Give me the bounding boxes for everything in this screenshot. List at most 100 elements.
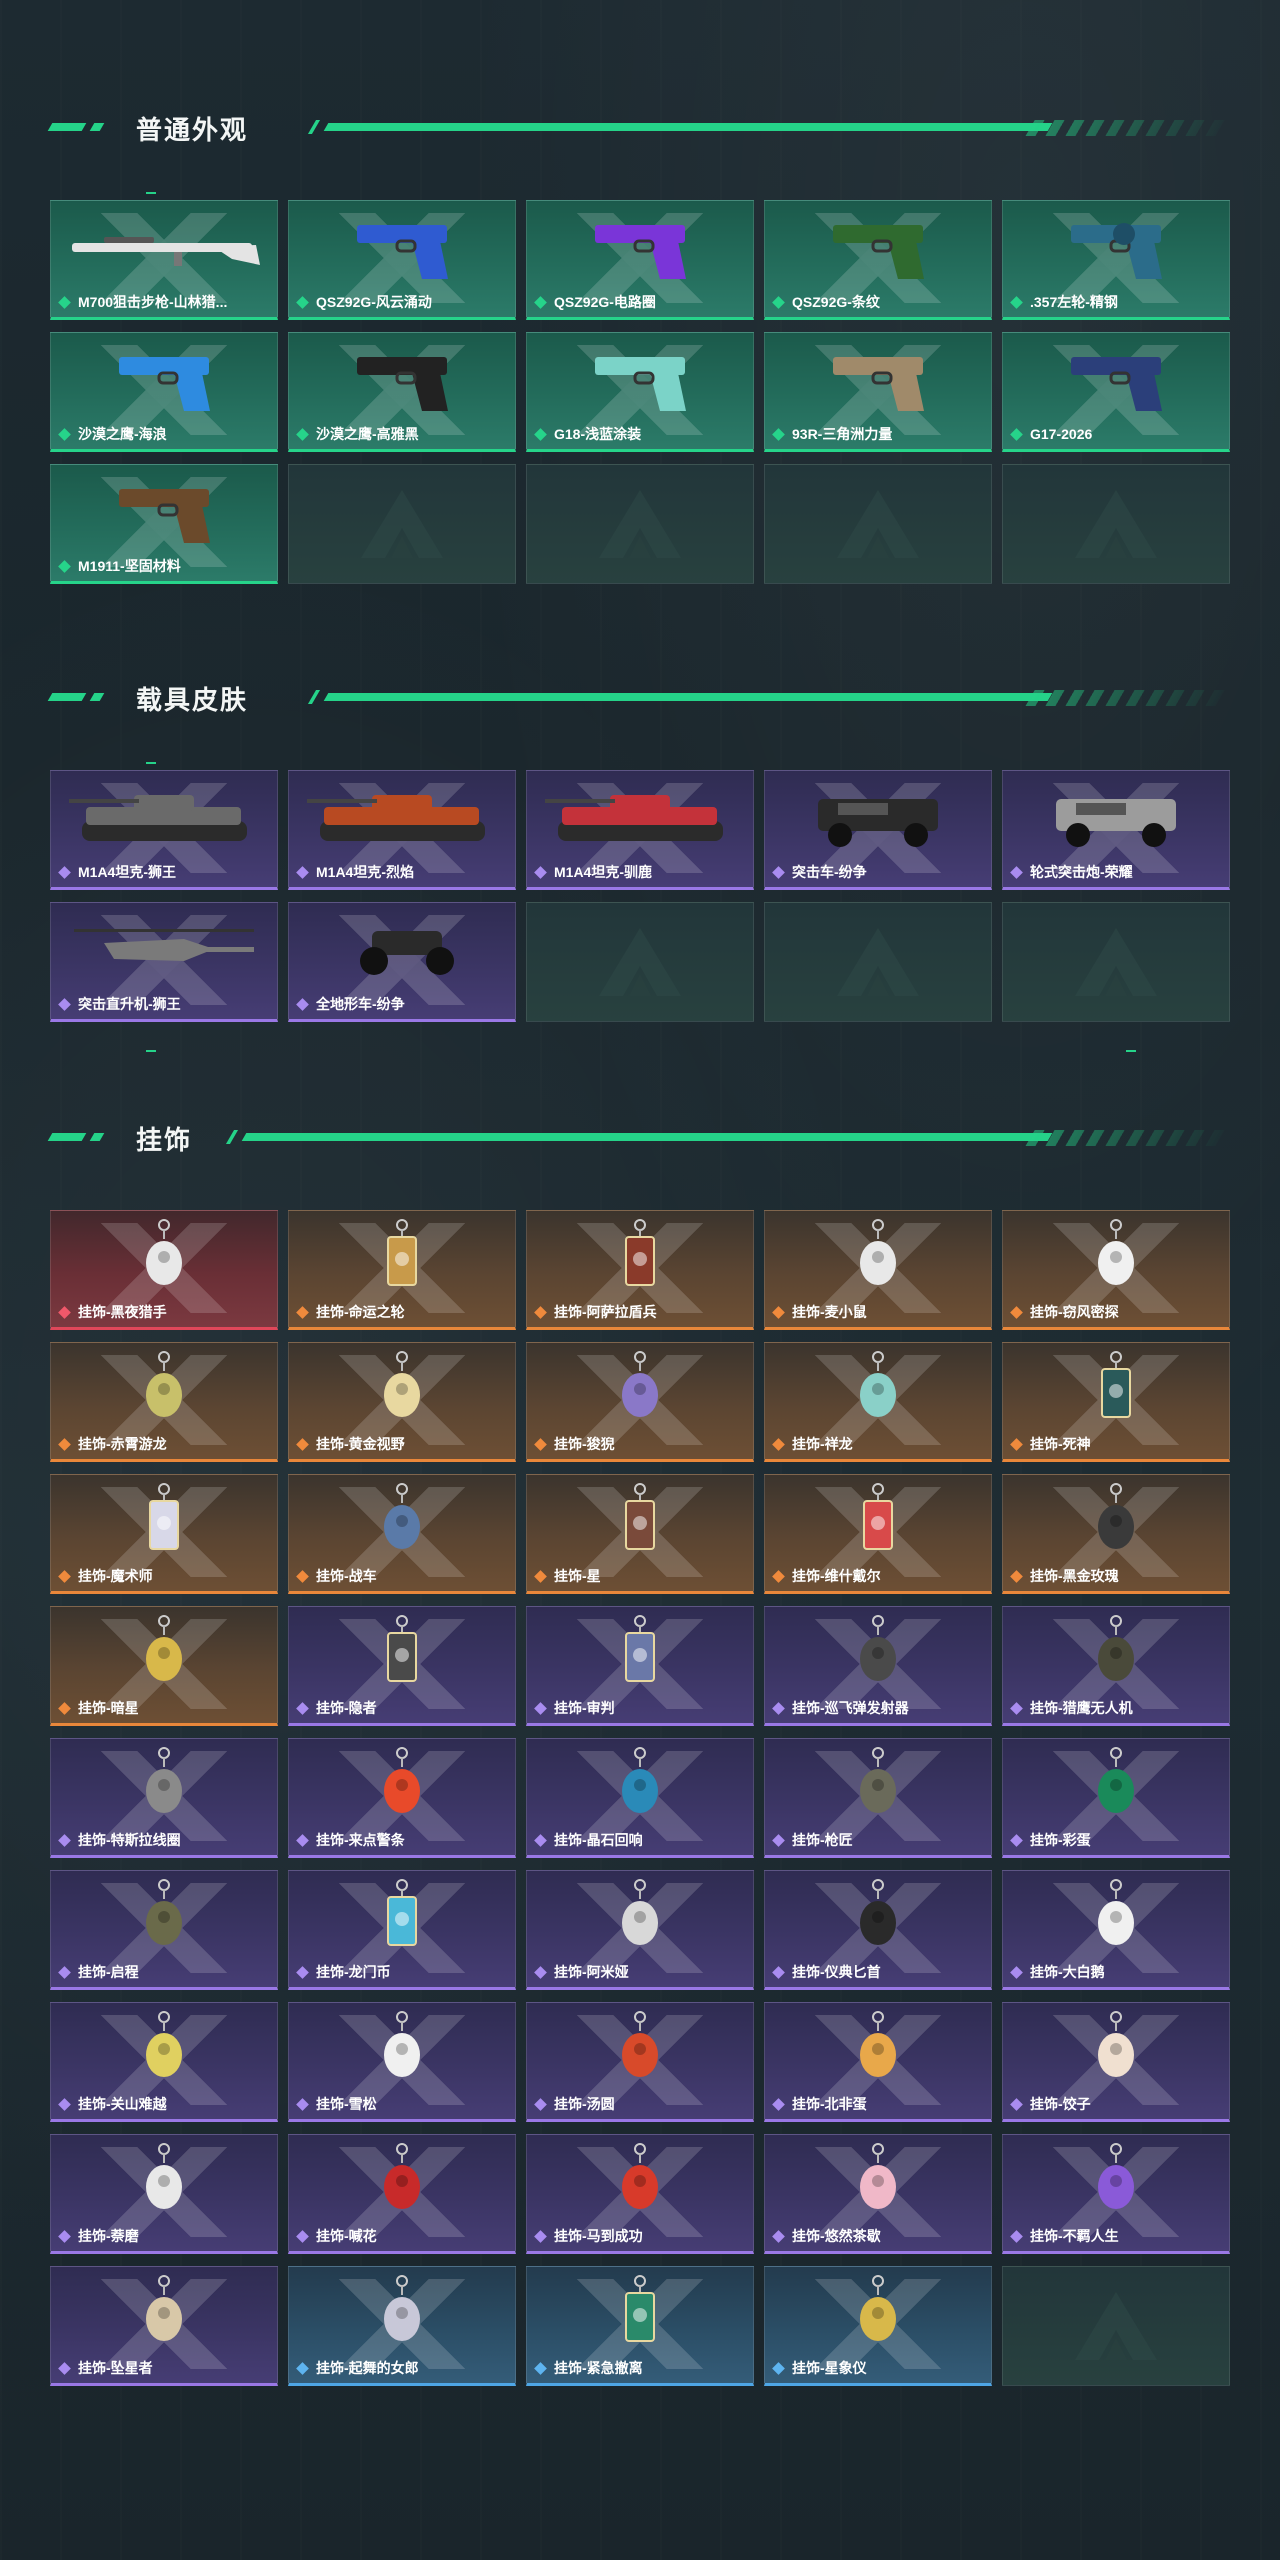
item-card[interactable]: 挂饰-特斯拉线圈	[50, 1738, 278, 1858]
item-card[interactable]: 挂饰-雪松	[288, 2002, 516, 2122]
item-card[interactable]: 挂饰-坠星者	[50, 2266, 278, 2386]
item-card[interactable]: QSZ92G-电路圈	[526, 200, 754, 320]
item-image	[1003, 339, 1229, 421]
item-card[interactable]: 挂饰-关山难越	[50, 2002, 278, 2122]
item-card[interactable]: 挂饰-阿米娅	[526, 1870, 754, 1990]
charm-icon	[860, 1879, 896, 1945]
item-card[interactable]: 沙漠之鹰-高雅黑	[288, 332, 516, 452]
charm-icon	[860, 1219, 896, 1285]
item-card[interactable]: 挂饰-不羁人生	[1002, 2134, 1230, 2254]
item-card[interactable]: 挂饰-祥龙	[764, 1342, 992, 1462]
item-card[interactable]: 沙漠之鹰-海浪	[50, 332, 278, 452]
item-name: 挂饰-龙门币	[316, 1964, 391, 1980]
item-card[interactable]: 挂饰-黄金视野	[288, 1342, 516, 1462]
item-card[interactable]: 挂饰-阿萨拉盾兵	[526, 1210, 754, 1330]
item-card[interactable]: 挂饰-萘磨	[50, 2134, 278, 2254]
item-card[interactable]: 挂饰-起舞的女郎	[288, 2266, 516, 2386]
item-card[interactable]: 挂饰-黑金玫瑰	[1002, 1474, 1230, 1594]
item-name: G18-浅蓝涂装	[554, 426, 642, 442]
item-name: M1A4坦克-烈焰	[316, 864, 415, 880]
item-image	[1003, 1745, 1229, 1827]
item-label-row: 挂饰-来点警条	[295, 1830, 509, 1850]
item-card[interactable]: M700狙击步枪-山林猎...	[50, 200, 278, 320]
charm-icon	[1098, 2011, 1134, 2077]
item-grid: M700狙击步枪-山林猎... QSZ92G-风云涌动 QSZ92G-电路圈 QSZ9…	[50, 200, 1230, 584]
item-label-row: 挂饰-麦小鼠	[771, 1302, 985, 1322]
item-label-row: 挂饰-狻猊	[533, 1434, 747, 1454]
item-card[interactable]: 轮式突击炮-荣耀	[1002, 770, 1230, 890]
item-card[interactable]: 挂饰-魔术师	[50, 1474, 278, 1594]
header-accent-bar	[89, 123, 105, 131]
item-card[interactable]: 挂饰-隐者	[288, 1606, 516, 1726]
item-card[interactable]: M1911-坚固材料	[50, 464, 278, 584]
item-label-row: 挂饰-马到成功	[533, 2226, 747, 2246]
item-card[interactable]: 挂饰-大白鹅	[1002, 1870, 1230, 1990]
item-label-row: 挂饰-阿萨拉盾兵	[533, 1302, 747, 1322]
item-card[interactable]: 挂饰-悠然茶歇	[764, 2134, 992, 2254]
empty-slot	[1002, 2266, 1230, 2386]
item-name: 挂饰-悠然茶歇	[792, 2228, 881, 2244]
item-label-row: 突击直升机-狮王	[57, 994, 271, 1014]
item-card[interactable]: M1A4坦克-狮王	[50, 770, 278, 890]
item-image	[527, 2273, 753, 2355]
item-card[interactable]: QSZ92G-风云涌动	[288, 200, 516, 320]
item-name: 挂饰-大白鹅	[1030, 1964, 1105, 1980]
item-card[interactable]: 突击直升机-狮王	[50, 902, 278, 1022]
item-card[interactable]: 挂饰-黑夜猎手	[50, 1210, 278, 1330]
item-name: 挂饰-晶石回响	[554, 1832, 643, 1848]
rarity-diamond-icon	[296, 295, 309, 309]
empty-slot	[1002, 902, 1230, 1022]
item-label-row: 挂饰-巡飞弹发射器	[771, 1698, 985, 1718]
item-label-row: 挂饰-晶石回响	[533, 1830, 747, 1850]
item-card[interactable]: 挂饰-龙门币	[288, 1870, 516, 1990]
item-card[interactable]: 全地形车-纷争	[288, 902, 516, 1022]
item-card[interactable]: 突击车-纷争	[764, 770, 992, 890]
item-card[interactable]: 挂饰-狻猊	[526, 1342, 754, 1462]
item-card[interactable]: 挂饰-战车	[288, 1474, 516, 1594]
placeholder-logo-icon	[599, 490, 681, 558]
item-card[interactable]: 挂饰-窃风密探	[1002, 1210, 1230, 1330]
item-card[interactable]: M1A4坦克-驯鹿	[526, 770, 754, 890]
item-card[interactable]: 挂饰-死神	[1002, 1342, 1230, 1462]
item-card[interactable]: 挂饰-来点警条	[288, 1738, 516, 1858]
charm-icon	[384, 1747, 420, 1813]
item-card[interactable]: 挂饰-紧急撤离	[526, 2266, 754, 2386]
item-card[interactable]: .357左轮-精钢	[1002, 200, 1230, 320]
item-card[interactable]: QSZ92G-条纹	[764, 200, 992, 320]
empty-slot	[1002, 464, 1230, 584]
item-label-row: 挂饰-黑金玫瑰	[1009, 1566, 1223, 1586]
item-card[interactable]: 挂饰-猎鹰无人机	[1002, 1606, 1230, 1726]
rarity-diamond-icon	[772, 2097, 785, 2111]
item-card[interactable]: 挂饰-麦小鼠	[764, 1210, 992, 1330]
item-card[interactable]: 挂饰-星象仪	[764, 2266, 992, 2386]
item-card[interactable]: 挂饰-饺子	[1002, 2002, 1230, 2122]
item-card[interactable]: G18-浅蓝涂装	[526, 332, 754, 452]
rarity-diamond-icon	[534, 2097, 547, 2111]
item-name: 挂饰-雪松	[316, 2096, 377, 2112]
item-card[interactable]: 挂饰-启程	[50, 1870, 278, 1990]
rarity-diamond-icon	[296, 1305, 309, 1319]
rarity-diamond-icon	[772, 2361, 785, 2375]
item-card[interactable]: 挂饰-仪典匕首	[764, 1870, 992, 1990]
item-card[interactable]: 挂饰-马到成功	[526, 2134, 754, 2254]
item-label-row: 挂饰-黑夜猎手	[57, 1302, 271, 1322]
item-card[interactable]: 挂饰-汤圆	[526, 2002, 754, 2122]
placeholder-logo-icon	[837, 490, 919, 558]
pistol-icon	[357, 225, 448, 279]
header-accent-bar	[89, 693, 105, 701]
item-card[interactable]: 挂饰-北非蛋	[764, 2002, 992, 2122]
item-card[interactable]: 挂饰-赤霄游龙	[50, 1342, 278, 1462]
item-card[interactable]: 挂饰-命运之轮	[288, 1210, 516, 1330]
item-card[interactable]: 挂饰-晶石回响	[526, 1738, 754, 1858]
item-card[interactable]: 挂饰-星	[526, 1474, 754, 1594]
item-card[interactable]: 93R-三角洲力量	[764, 332, 992, 452]
item-card[interactable]: 挂饰-维什戴尔	[764, 1474, 992, 1594]
item-card[interactable]: M1A4坦克-烈焰	[288, 770, 516, 890]
item-card[interactable]: 挂饰-暗星	[50, 1606, 278, 1726]
item-card[interactable]: 挂饰-巡飞弹发射器	[764, 1606, 992, 1726]
item-card[interactable]: 挂饰-枪匠	[764, 1738, 992, 1858]
item-card[interactable]: 挂饰-喊花	[288, 2134, 516, 2254]
item-card[interactable]: G17-2026	[1002, 332, 1230, 452]
item-card[interactable]: 挂饰-审判	[526, 1606, 754, 1726]
item-card[interactable]: 挂饰-彩蛋	[1002, 1738, 1230, 1858]
